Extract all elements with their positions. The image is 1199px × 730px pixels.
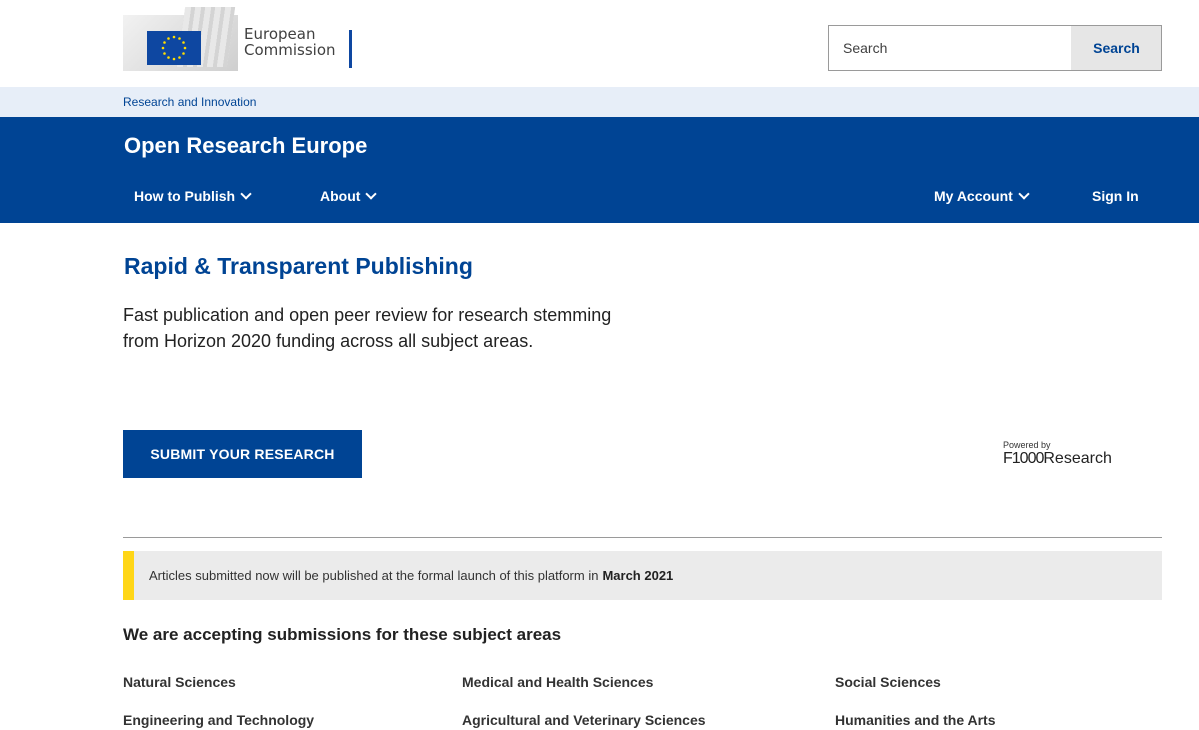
chevron-down-icon xyxy=(240,187,252,200)
nav-about[interactable]: About xyxy=(320,187,378,204)
hero-description: Fast publication and open peer review fo… xyxy=(123,305,612,351)
breadcrumb: Research and Innovation xyxy=(0,87,1199,117)
search-form: Search xyxy=(828,25,1162,71)
site-header: Open Research Europe How to Publish Abou… xyxy=(0,117,1199,223)
hero-title: Rapid & Transparent Publishing xyxy=(124,253,473,279)
subject-humanities-arts[interactable]: Humanities and the Arts xyxy=(835,712,996,728)
launch-notice-date: March 2021 xyxy=(602,568,674,583)
site-title[interactable]: Open Research Europe xyxy=(124,133,367,159)
subject-social-sciences[interactable]: Social Sciences xyxy=(835,674,941,690)
nav-how-to-publish-label: How to Publish xyxy=(134,188,236,204)
subjects-heading: We are accepting submissions for these s… xyxy=(123,625,562,644)
launch-notice-text: Articles submitted now will be published… xyxy=(149,568,599,583)
nav-sign-in-label: Sign In xyxy=(1092,188,1139,204)
commission-building-icon xyxy=(123,11,238,73)
nav-how-to-publish[interactable]: How to Publish xyxy=(134,187,252,204)
top-header: European Commission Search xyxy=(0,0,1199,87)
powered-by-label: Powered by xyxy=(1003,440,1051,450)
chevron-down-icon xyxy=(1018,187,1030,200)
breadcrumb-link-research-innovation[interactable]: Research and Innovation xyxy=(123,95,256,109)
nav-my-account[interactable]: My Account xyxy=(934,187,1030,204)
search-input[interactable] xyxy=(829,26,1071,70)
logo-line1: European xyxy=(244,25,316,43)
logo-divider xyxy=(349,30,352,68)
european-commission-logo[interactable]: European Commission xyxy=(123,8,363,76)
nav-my-account-label: My Account xyxy=(934,188,1013,204)
chevron-down-icon xyxy=(365,187,378,200)
logo-line2: Commission xyxy=(244,41,336,59)
subject-medical-health-sciences[interactable]: Medical and Health Sciences xyxy=(462,674,653,690)
submit-research-button[interactable]: SUBMIT YOUR RESEARCH xyxy=(123,430,362,478)
eu-flag-icon xyxy=(147,31,201,65)
subject-engineering-technology[interactable]: Engineering and Technology xyxy=(123,712,314,728)
f1000-research-wordmark: F1000Research xyxy=(1003,450,1112,467)
nav-sign-in[interactable]: Sign In xyxy=(1092,188,1139,204)
subject-natural-sciences[interactable]: Natural Sciences xyxy=(123,674,236,690)
logo-text: European Commission xyxy=(244,26,336,58)
subject-agricultural-veterinary-sciences[interactable]: Agricultural and Veterinary Sciences xyxy=(462,712,706,728)
powered-by-f1000-logo[interactable]: Powered by F1000Research xyxy=(1003,440,1112,468)
nav-about-label: About xyxy=(320,188,361,204)
section-divider xyxy=(123,537,1162,538)
launch-notice: Articles submitted now will be published… xyxy=(123,551,1162,600)
search-button[interactable]: Search xyxy=(1071,26,1161,70)
